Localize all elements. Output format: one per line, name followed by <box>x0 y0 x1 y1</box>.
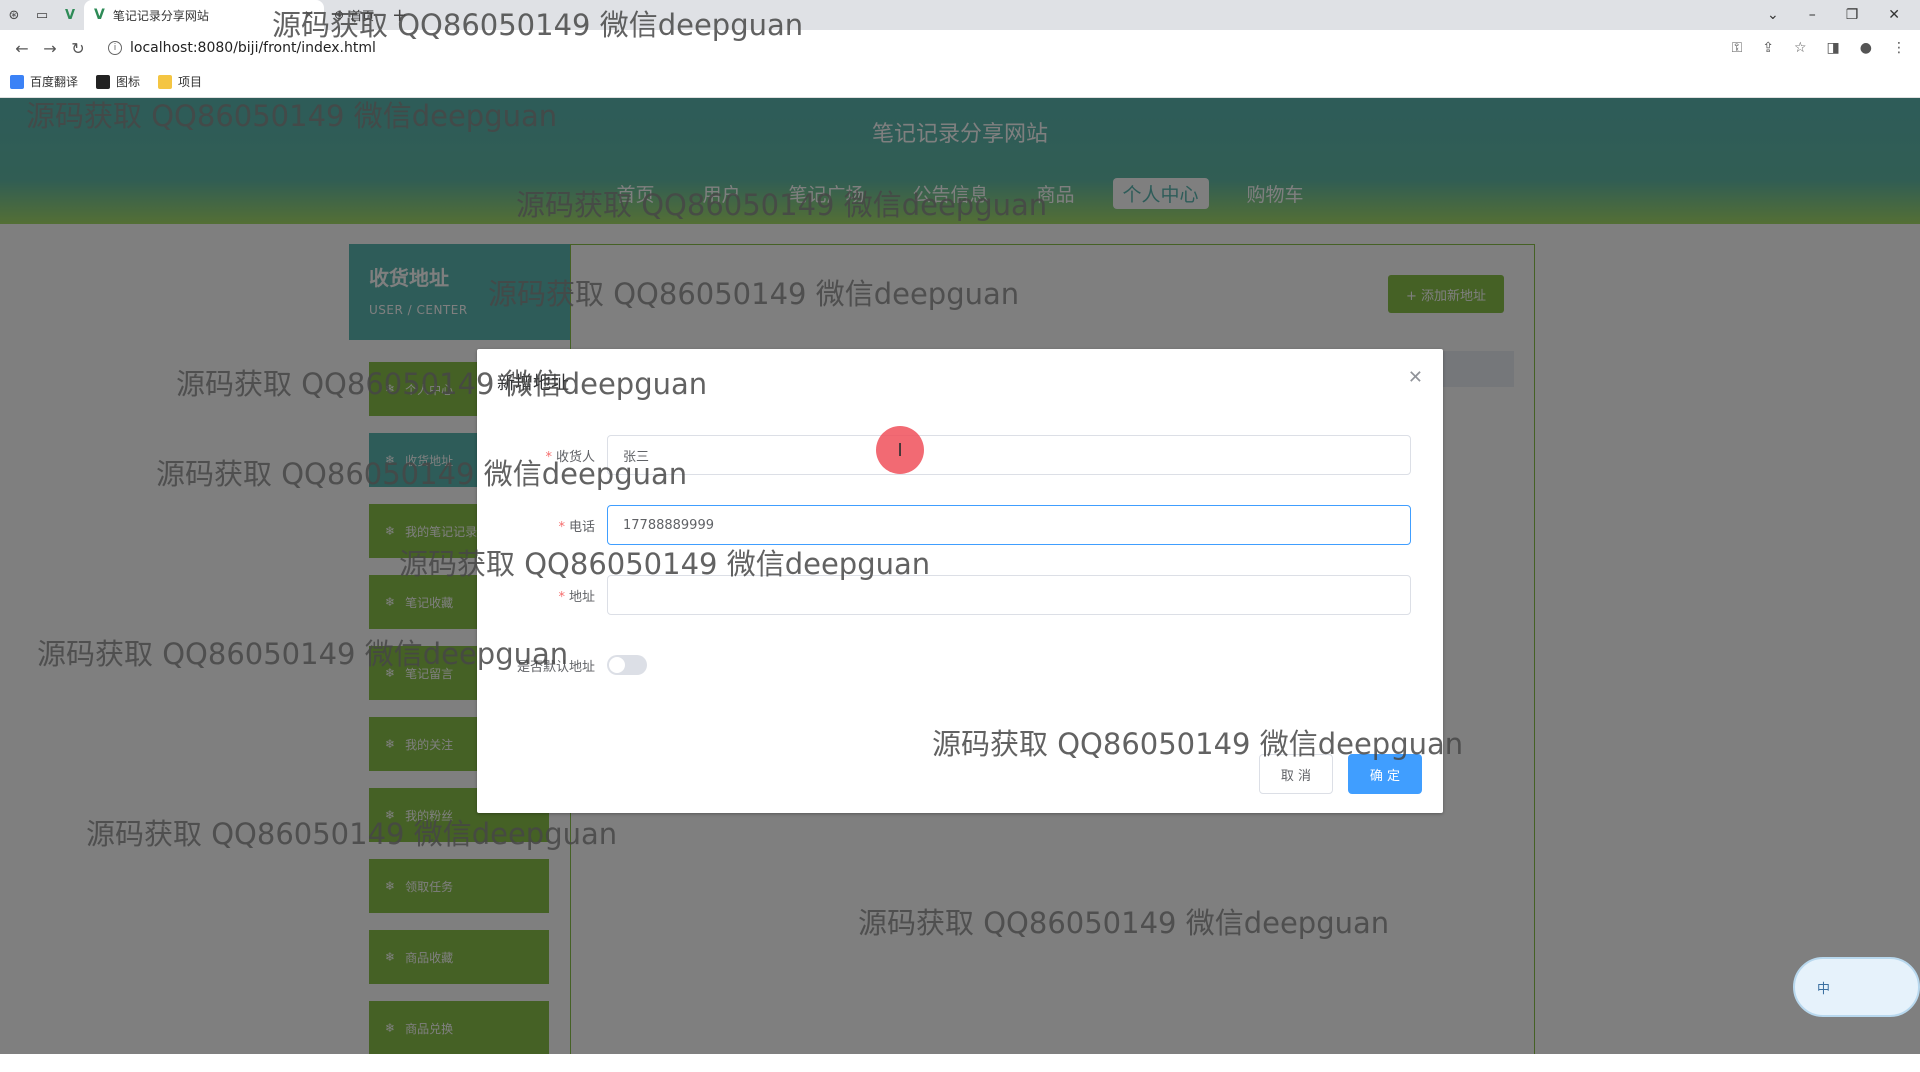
bookmarks-bar: 百度翻译 图标 项目 <box>0 66 1920 98</box>
forward-icon[interactable]: → <box>36 39 64 58</box>
default-label: 是否默认地址 <box>516 659 595 675</box>
url-field[interactable]: i localhost:8080/biji/front/index.html <box>108 40 376 56</box>
address-input[interactable] <box>607 575 1411 615</box>
new-tab-icon[interactable]: + <box>392 5 407 26</box>
bookmark-item[interactable]: 图标 <box>96 73 140 90</box>
cancel-button[interactable]: 取 消 <box>1259 754 1333 794</box>
minimize-icon[interactable]: – <box>1809 7 1816 23</box>
address-bar: ← → ↻ i localhost:8080/biji/front/index.… <box>0 30 1920 66</box>
globe-icon: ⊕ <box>334 8 345 22</box>
phone-input[interactable]: 17788889999 <box>607 505 1411 545</box>
sidebar-icon[interactable]: ◨ <box>1827 40 1840 56</box>
tab-title: 笔记记录分享网站 <box>112 8 209 23</box>
url-text: localhost:8080/biji/front/index.html <box>130 40 376 56</box>
vue-icon[interactable]: V <box>56 0 84 30</box>
browser-tab-active[interactable]: V 笔记记录分享网站 ✕ <box>84 0 324 30</box>
profile-icon[interactable]: ● <box>1860 40 1872 56</box>
phone-label: * 电话 <box>558 519 595 535</box>
star-icon[interactable]: ☆ <box>1794 40 1807 56</box>
translate-icon <box>10 74 24 89</box>
address-label: * 地址 <box>558 589 595 605</box>
form-row-address: * 地址 <box>477 575 1443 615</box>
vue-icon: V <box>94 7 105 23</box>
key-icon[interactable]: ⚿ <box>1732 40 1743 56</box>
bottom-edge <box>0 1054 1920 1072</box>
restore-icon[interactable]: ❐ <box>1846 7 1859 23</box>
bookmark-item[interactable]: 百度翻译 <box>10 73 78 90</box>
image-icon <box>96 74 111 89</box>
ime-widget[interactable]: 中 <box>1793 957 1920 1017</box>
more-icon[interactable]: ⋮ <box>1892 40 1906 56</box>
confirm-button[interactable]: 确 定 <box>1348 754 1422 794</box>
add-address-dialog: 新增地址 ✕ * 收货人 张三 * 电话 17788889999 * 地址 是否默认地… <box>477 349 1443 813</box>
form-row-default: 是否默认地址 <box>477 645 1443 685</box>
close-icon[interactable]: ✕ <box>304 8 314 22</box>
blank-tab-icon[interactable]: ▭ <box>28 0 56 30</box>
bookmark-item[interactable]: 项目 <box>158 73 202 90</box>
window-controls: ⌄ – ❐ ✕ <box>1767 7 1920 23</box>
share-icon[interactable]: ⇪ <box>1762 40 1774 56</box>
reload-icon[interactable]: ↻ <box>64 39 92 58</box>
default-address-toggle[interactable] <box>607 655 647 675</box>
browser-tab[interactable]: ⊕ 首页 <box>324 0 384 30</box>
github-icon[interactable]: ⊛ <box>0 0 28 30</box>
ime-label: 中 <box>1817 981 1831 997</box>
form-row-phone: * 电话 17788889999 <box>477 505 1443 545</box>
receiver-input[interactable]: 张三 <box>607 435 1411 475</box>
folder-icon <box>158 74 173 89</box>
dialog-title: 新增地址 <box>497 373 569 394</box>
info-icon[interactable]: i <box>108 41 122 55</box>
receiver-label: * 收货人 <box>545 449 595 465</box>
form-row-receiver: * 收货人 张三 <box>477 435 1443 475</box>
back-icon[interactable]: ← <box>8 39 36 58</box>
close-icon[interactable]: ✕ <box>1408 367 1423 388</box>
tab-title: 首页 <box>350 8 375 23</box>
text-cursor-icon: I <box>897 439 903 461</box>
close-window-icon[interactable]: ✕ <box>1888 7 1900 23</box>
chevron-down-icon[interactable]: ⌄ <box>1767 7 1779 23</box>
mouse-cursor-highlight: I <box>876 426 924 474</box>
browser-tab-bar: ⊛ ▭ V V 笔记记录分享网站 ✕ ⊕ 首页 + ⌄ – ❐ ✕ <box>0 0 1920 30</box>
